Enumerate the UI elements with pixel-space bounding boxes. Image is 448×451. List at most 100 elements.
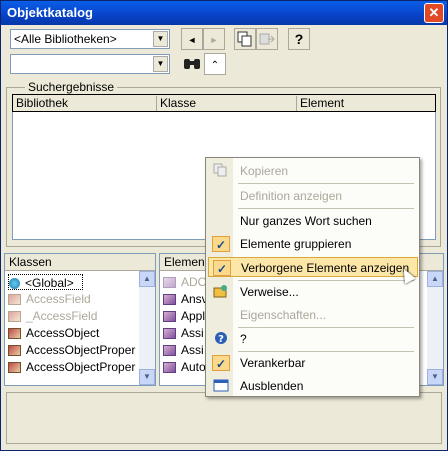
member-icon bbox=[163, 277, 176, 289]
toggle-search-results-button[interactable]: ⌃ bbox=[204, 53, 226, 75]
menu-separator bbox=[238, 351, 414, 352]
menu-item-label: ? bbox=[240, 332, 247, 346]
list-item[interactable]: Assi bbox=[163, 325, 204, 341]
library-combo-value: <Alle Bibliotheken> bbox=[14, 32, 117, 46]
check-icon: ✓ bbox=[212, 355, 230, 371]
menu-item-label: Elemente gruppieren bbox=[240, 237, 352, 251]
search-results-legend: Suchergebnisse bbox=[25, 80, 118, 94]
classes-scrollbar[interactable]: ▲ ▼ bbox=[139, 271, 155, 385]
forward-button[interactable]: ► bbox=[203, 28, 225, 50]
help-button[interactable]: ? bbox=[288, 28, 310, 50]
close-button[interactable]: ✕ bbox=[424, 3, 444, 23]
menu-item-label: Verborgene Elemente anzeigen bbox=[241, 261, 410, 275]
menu-item-help[interactable]: ? ? bbox=[208, 329, 418, 349]
list-item[interactable]: AccessObjectProper bbox=[8, 342, 135, 358]
list-item[interactable]: <Global> bbox=[8, 274, 83, 290]
menu-item-references[interactable]: Verweise... bbox=[208, 282, 418, 302]
context-menu: Kopieren Definition anzeigen Nur ganzes … bbox=[205, 157, 420, 397]
menu-item-show-definition[interactable]: Definition anzeigen bbox=[208, 186, 418, 206]
binoculars-icon bbox=[184, 59, 200, 69]
member-label: Assi bbox=[181, 326, 204, 340]
menu-item-label: Kopieren bbox=[240, 164, 289, 178]
class-label: _AccessField bbox=[26, 309, 98, 323]
list-item[interactable]: AccessObjectProper bbox=[8, 359, 135, 375]
list-item[interactable]: Auto bbox=[163, 359, 206, 375]
member-label: Assi bbox=[181, 343, 204, 357]
scroll-up-icon[interactable]: ▲ bbox=[427, 271, 443, 287]
check-icon: ✓ bbox=[213, 260, 231, 276]
scroll-down-icon[interactable]: ▼ bbox=[139, 369, 155, 385]
menu-item-label: Verweise... bbox=[240, 285, 299, 299]
scroll-down-icon[interactable]: ▼ bbox=[427, 369, 443, 385]
menu-item-hide[interactable]: Ausblenden bbox=[208, 376, 418, 396]
member-icon bbox=[163, 345, 176, 357]
class-label: AccessObjectProper bbox=[26, 360, 136, 374]
references-icon bbox=[212, 284, 230, 300]
column-header-library[interactable]: Bibliothek bbox=[13, 96, 157, 111]
list-item[interactable]: AccessObject bbox=[8, 325, 99, 341]
search-combo[interactable]: ▼ bbox=[10, 54, 170, 74]
scroll-up-icon[interactable]: ▲ bbox=[139, 271, 155, 287]
menu-item-whole-word[interactable]: Nur ganzes Wort suchen bbox=[208, 211, 418, 231]
class-label: <Global> bbox=[25, 276, 74, 290]
menu-item-properties[interactable]: Eigenschaften... bbox=[208, 305, 418, 325]
member-label: Ansv bbox=[181, 292, 208, 306]
menu-item-dockable[interactable]: ✓ Verankerbar bbox=[208, 353, 418, 373]
menu-item-label: Verankerbar bbox=[240, 356, 306, 370]
class-label: AccessObject bbox=[26, 326, 100, 340]
menu-separator bbox=[238, 208, 414, 209]
list-item[interactable]: _AccessField bbox=[8, 308, 97, 324]
class-icon bbox=[8, 328, 21, 340]
classes-pane[interactable]: Klassen <Global> AccessField _AccessFiel… bbox=[4, 253, 156, 386]
list-item[interactable]: Ansv bbox=[163, 291, 208, 307]
arrow-left-icon: ◄ bbox=[187, 35, 197, 45]
window-title: Objektkatalog bbox=[7, 5, 93, 20]
class-label: AccessObjectProper bbox=[26, 343, 136, 357]
library-combo[interactable]: <Alle Bibliotheken> ▼ bbox=[10, 29, 170, 49]
class-icon bbox=[8, 311, 21, 323]
menu-separator bbox=[238, 327, 414, 328]
view-definition-icon bbox=[259, 33, 275, 45]
copy-icon bbox=[237, 31, 252, 47]
details-pane bbox=[6, 392, 442, 444]
search-button[interactable] bbox=[181, 53, 203, 75]
arrow-right-icon: ► bbox=[209, 35, 219, 45]
classes-header: Klassen bbox=[5, 254, 155, 271]
member-label: Appl bbox=[181, 309, 206, 323]
menu-item-label: Ausblenden bbox=[240, 379, 304, 393]
copy-button[interactable] bbox=[234, 28, 256, 50]
chevron-down-icon[interactable]: ▼ bbox=[153, 31, 168, 47]
window-icon bbox=[212, 378, 230, 394]
member-icon bbox=[163, 311, 176, 323]
menu-separator bbox=[238, 183, 414, 184]
class-icon bbox=[8, 345, 21, 357]
double-chevron-up-icon: ⌃ bbox=[210, 60, 220, 71]
copy-icon bbox=[212, 163, 230, 179]
list-item[interactable]: ADO bbox=[163, 274, 207, 290]
member-label: ADO bbox=[181, 275, 208, 289]
list-item[interactable]: Assi bbox=[163, 342, 204, 358]
view-definition-button[interactable] bbox=[256, 28, 278, 50]
list-item[interactable]: AccessField bbox=[8, 291, 91, 307]
help-icon: ? bbox=[294, 31, 304, 47]
svg-text:?: ? bbox=[218, 334, 224, 345]
class-icon bbox=[8, 294, 21, 306]
member-icon bbox=[163, 328, 176, 340]
title-bar[interactable]: Objektkatalog ✕ bbox=[1, 1, 447, 25]
member-label: Auto bbox=[181, 360, 206, 374]
menu-item-group-members[interactable]: ✓ Elemente gruppieren bbox=[208, 234, 418, 254]
back-button[interactable]: ◄ bbox=[181, 28, 203, 50]
menu-separator bbox=[238, 280, 414, 281]
menu-item-show-hidden-members[interactable]: ✓ Verborgene Elemente anzeigen bbox=[208, 257, 418, 277]
menu-item-copy[interactable]: Kopieren bbox=[208, 161, 418, 181]
members-scrollbar[interactable]: ▲ ▼ bbox=[427, 271, 443, 385]
chevron-down-icon[interactable]: ▼ bbox=[153, 56, 168, 72]
column-header-element[interactable]: Element bbox=[297, 96, 435, 111]
list-item[interactable]: Appl bbox=[163, 308, 205, 324]
column-header-class[interactable]: Klasse bbox=[157, 96, 297, 111]
check-icon: ✓ bbox=[212, 236, 230, 252]
menu-item-label: Definition anzeigen bbox=[240, 189, 343, 203]
globe-icon bbox=[9, 278, 20, 290]
member-icon bbox=[163, 362, 176, 374]
search-results-header: Bibliothek Klasse Element bbox=[12, 94, 436, 112]
